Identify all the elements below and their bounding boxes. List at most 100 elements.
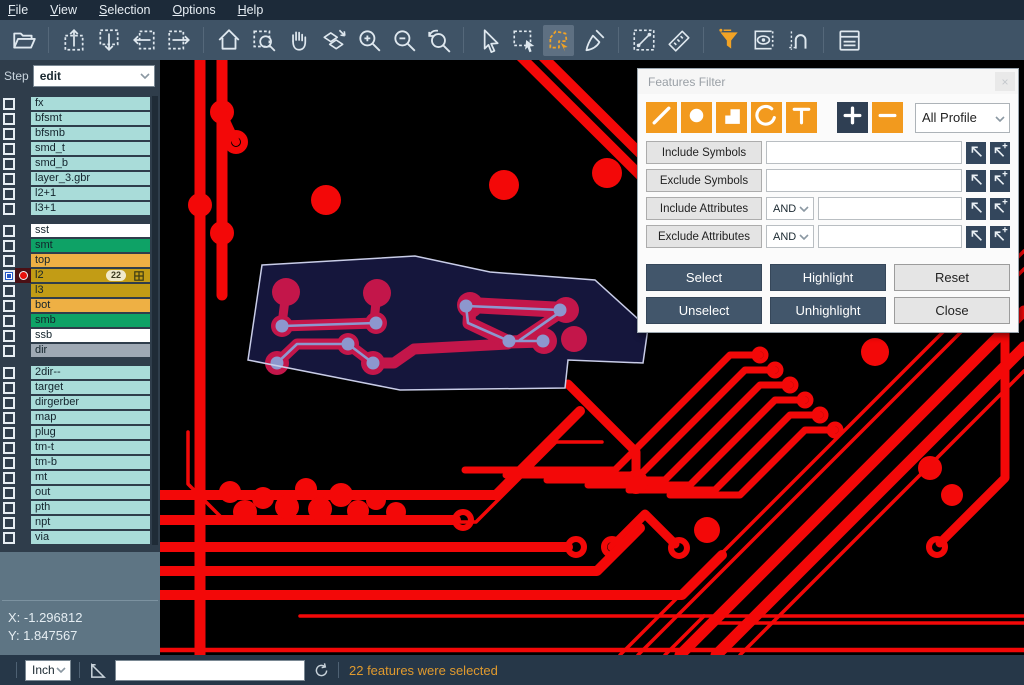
filter-input-exclude-attributes[interactable] (818, 225, 962, 248)
layer-chip[interactable]: layer_3.gbr (31, 172, 150, 185)
features-filter-button[interactable] (713, 25, 744, 56)
filter-input-include-symbols[interactable] (766, 141, 962, 164)
layer-row-bfsmt[interactable]: bfsmt (0, 111, 160, 126)
unselect-button[interactable]: Unselect (646, 297, 762, 324)
zoom-in-button[interactable] (353, 25, 384, 56)
layer-checkbox[interactable] (3, 345, 15, 357)
layer-chip[interactable]: npt (31, 516, 150, 529)
layer-checkbox[interactable] (3, 255, 15, 267)
open-folder-button[interactable] (8, 25, 39, 56)
pick-from-canvas-button[interactable] (966, 198, 986, 220)
layer-checkbox[interactable] (3, 225, 15, 237)
units-dropdown[interactable]: Inch (25, 660, 71, 681)
clean-brush-button[interactable] (578, 25, 609, 56)
pick-add-button[interactable] (990, 142, 1010, 164)
layer-chip[interactable]: top (31, 254, 150, 267)
layers-scrollbar[interactable] (152, 96, 158, 545)
grid-icon[interactable] (134, 271, 144, 281)
dialog-close-button[interactable]: × (995, 72, 1015, 91)
filter-input-exclude-symbols[interactable] (766, 169, 962, 192)
pick-add-button[interactable] (990, 198, 1010, 220)
pan-up-button[interactable] (58, 25, 89, 56)
layer-checkbox[interactable] (3, 442, 15, 454)
home-view-button[interactable] (213, 25, 244, 56)
command-input[interactable] (115, 660, 305, 681)
select-polygon-button[interactable] (543, 25, 574, 56)
layer-row-layer_3.gbr[interactable]: layer_3.gbr (0, 171, 160, 186)
layer-checkbox[interactable] (3, 240, 15, 252)
layer-chip[interactable]: tm-t (31, 441, 150, 454)
pick-from-canvas-button[interactable] (966, 170, 986, 192)
select-button[interactable]: Select (646, 264, 762, 291)
measure-line-button[interactable] (628, 25, 659, 56)
pan-left-button[interactable] (128, 25, 159, 56)
pan-right-button[interactable] (163, 25, 194, 56)
layer-row-sst[interactable]: sst (0, 223, 160, 238)
layer-chip[interactable]: mt (31, 471, 150, 484)
close-button[interactable]: Close (894, 297, 1010, 324)
filter-input-include-attributes[interactable] (818, 197, 962, 220)
remove-minus-button[interactable] (872, 102, 903, 133)
layer-row-smt[interactable]: smt (0, 238, 160, 253)
layer-checkbox[interactable] (3, 330, 15, 342)
layer-row-mt[interactable]: mt (0, 470, 160, 485)
layer-row-l3+1[interactable]: l3+1 (0, 201, 160, 216)
logic-operator-dropdown[interactable]: AND (766, 197, 814, 220)
layer-chip[interactable]: pth (31, 501, 150, 514)
layer-chip[interactable]: l222 (31, 269, 150, 282)
menu-item-options[interactable]: Options (172, 3, 215, 17)
layer-row-l3[interactable]: l3 (0, 283, 160, 298)
filter-label-include-attributes[interactable]: Include Attributes (646, 197, 762, 220)
layer-chip[interactable]: plug (31, 426, 150, 439)
layer-row-via[interactable]: via (0, 530, 160, 545)
layer-chip[interactable]: 2dir-- (31, 366, 150, 379)
layer-checkbox[interactable] (3, 367, 15, 379)
layer-chip[interactable]: l3 (31, 284, 150, 297)
menu-item-file[interactable]: File (8, 3, 28, 17)
layer-row-plug[interactable]: plug (0, 425, 160, 440)
zoom-window-button[interactable] (248, 25, 279, 56)
step-dropdown[interactable]: edit (33, 65, 155, 87)
layer-chip[interactable]: target (31, 381, 150, 394)
reset-button[interactable]: Reset (894, 264, 1010, 291)
view-options-button[interactable] (748, 25, 779, 56)
layer-chip[interactable]: tm-b (31, 456, 150, 469)
menu-item-view[interactable]: View (50, 3, 77, 17)
layer-row-map[interactable]: map (0, 410, 160, 425)
layer-chip[interactable]: bot (31, 299, 150, 312)
layer-row-tm-t[interactable]: tm-t (0, 440, 160, 455)
layer-chip[interactable]: bfsmb (31, 127, 150, 140)
layer-checkbox[interactable] (3, 285, 15, 297)
layer-checkbox[interactable] (3, 143, 15, 155)
layer-checkbox[interactable] (3, 113, 15, 125)
pick-from-canvas-button[interactable] (966, 142, 986, 164)
layer-row-dirgerber[interactable]: dirgerber (0, 395, 160, 410)
draw-arc-button[interactable] (751, 102, 782, 133)
pan-down-button[interactable] (93, 25, 124, 56)
unhighlight-button[interactable]: Unhighlight (770, 297, 886, 324)
select-rect-button[interactable] (508, 25, 539, 56)
layer-chip[interactable]: fx (31, 97, 150, 110)
layer-checkbox[interactable] (3, 188, 15, 200)
filter-label-exclude-attributes[interactable]: Exclude Attributes (646, 225, 762, 248)
layer-row-ssb[interactable]: ssb (0, 328, 160, 343)
layer-checkbox[interactable] (3, 300, 15, 312)
highlight-button[interactable]: Highlight (770, 264, 886, 291)
layer-chip[interactable]: bfsmt (31, 112, 150, 125)
layer-row-pth[interactable]: pth (0, 500, 160, 515)
add-plus-button[interactable] (837, 102, 868, 133)
layer-checkbox[interactable] (3, 502, 15, 514)
layers-form-button[interactable] (833, 25, 864, 56)
pcb-view[interactable]: Features Filter × All Profile Include Sy… (160, 60, 1024, 655)
layer-checkbox[interactable] (3, 128, 15, 140)
layer-row-npt[interactable]: npt (0, 515, 160, 530)
layer-checkbox[interactable] (3, 158, 15, 170)
snap-angle-icon[interactable] (88, 661, 107, 680)
layer-checkbox[interactable] (3, 427, 15, 439)
active-layer-indicator[interactable] (15, 268, 31, 283)
dialog-title-bar[interactable]: Features Filter × (638, 69, 1018, 94)
measure-ruler-button[interactable] (663, 25, 694, 56)
refresh-icon[interactable] (313, 662, 330, 679)
layer-chip[interactable]: out (31, 486, 150, 499)
layer-chip[interactable]: smd_b (31, 157, 150, 170)
